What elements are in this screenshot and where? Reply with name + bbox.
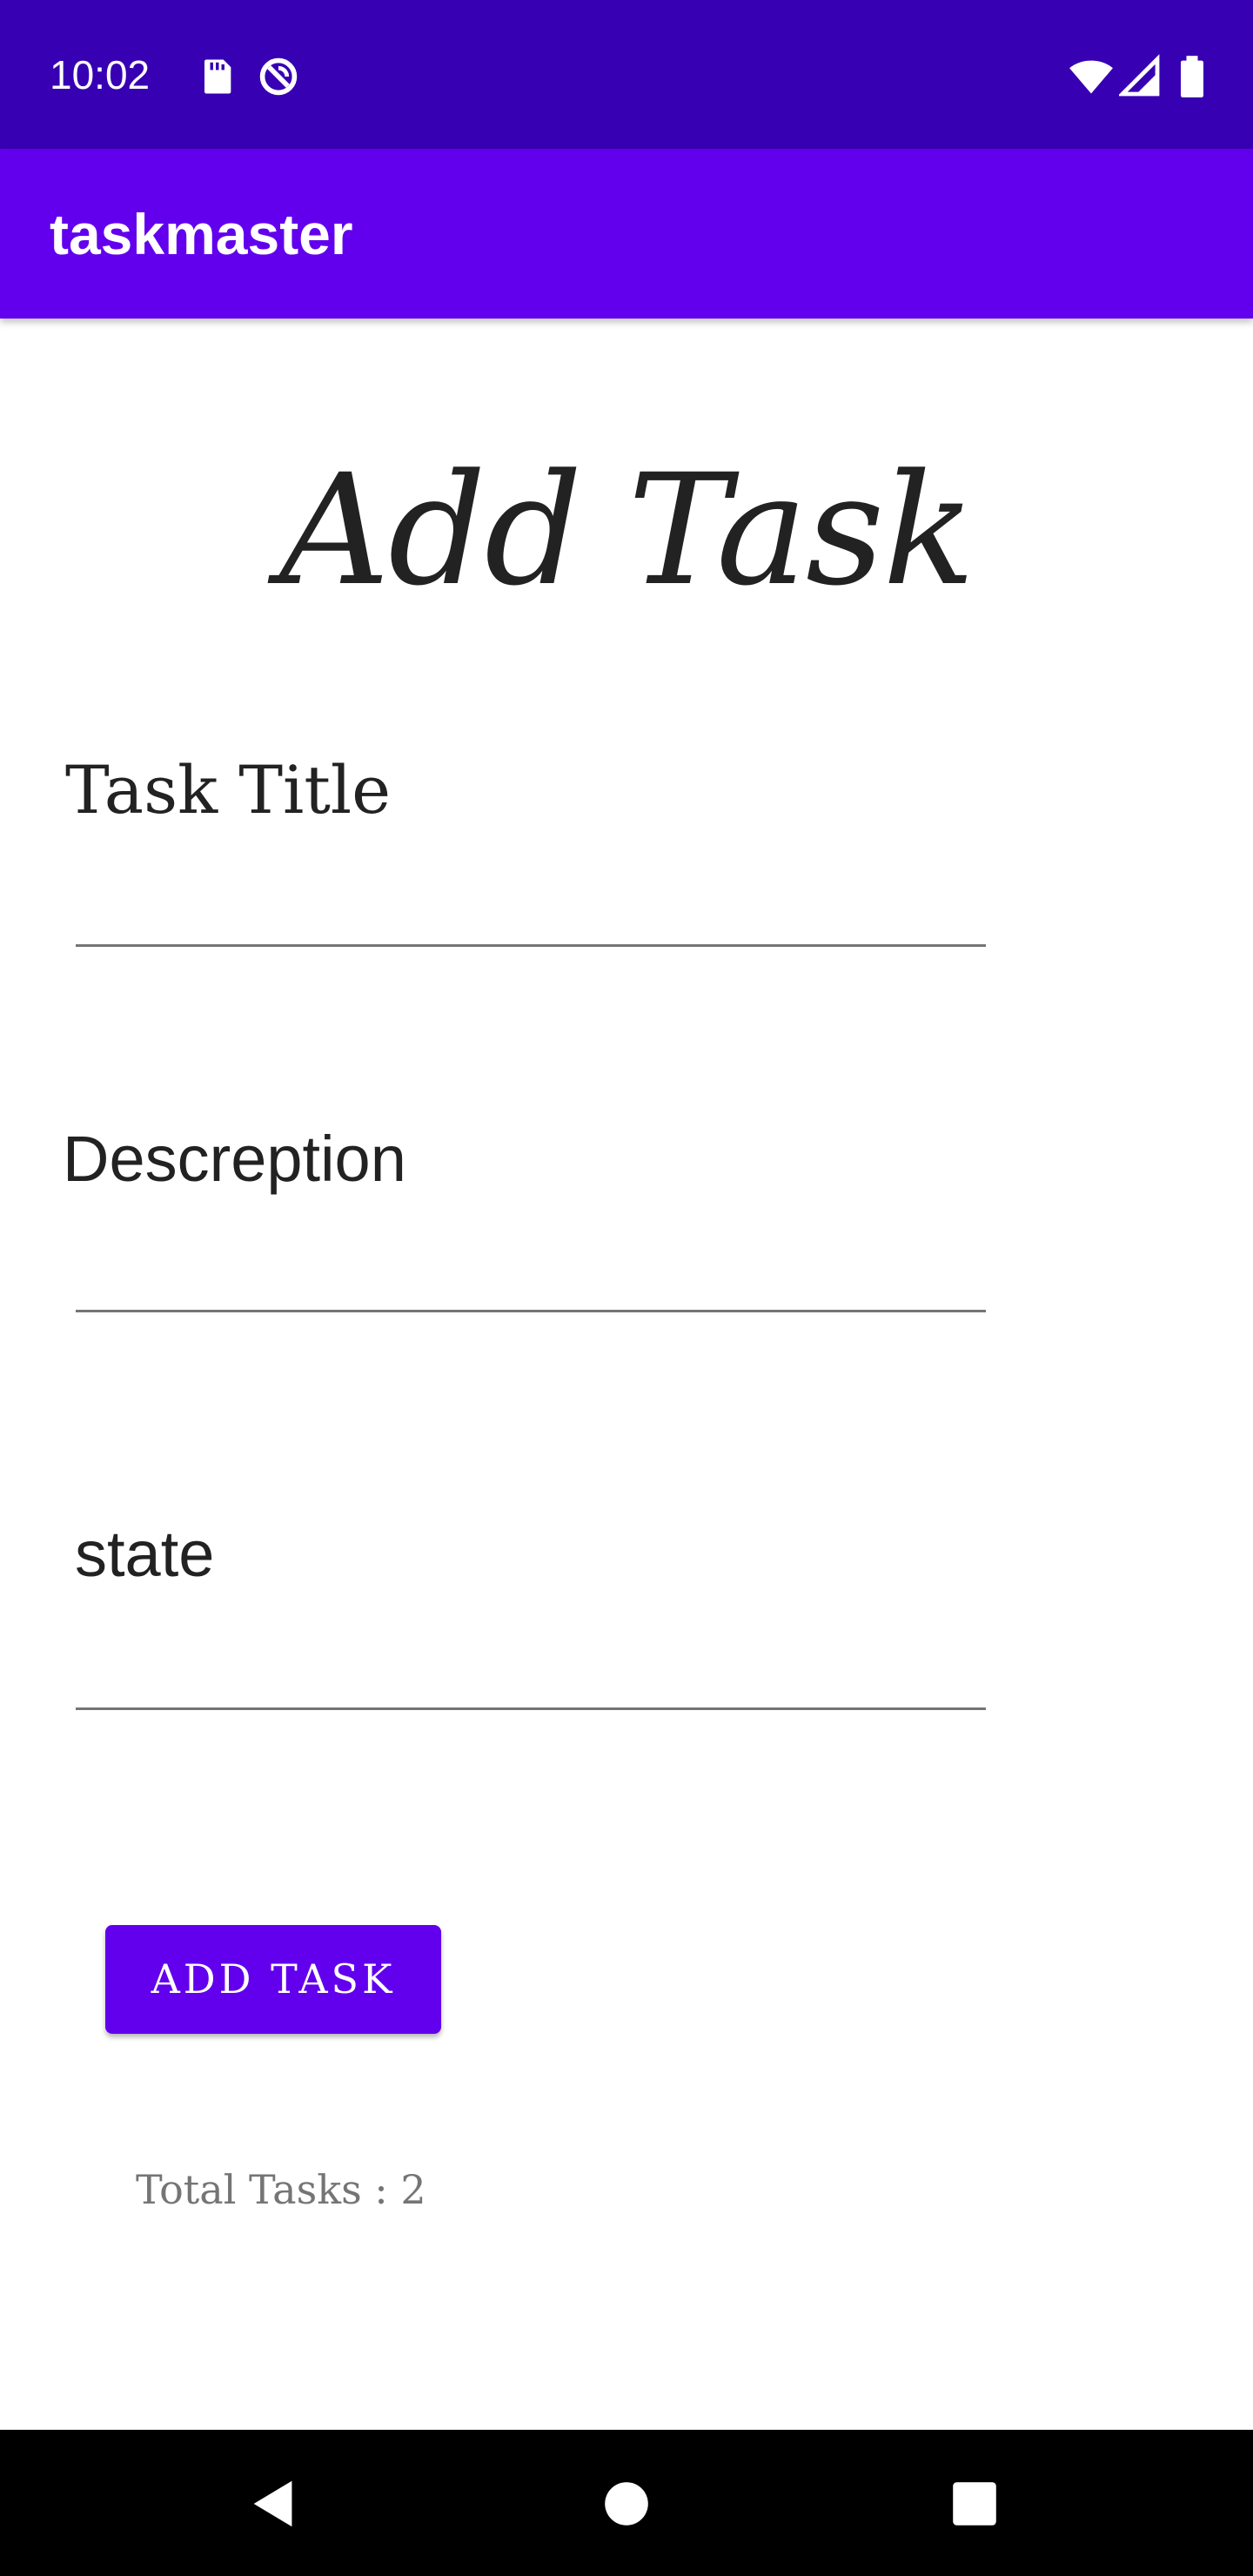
add-task-screen: 10:02 taskmaster Add Task Task Title Des…	[0, 0, 1253, 2576]
sd-card-icon	[193, 54, 238, 99]
battery-icon	[1175, 54, 1209, 99]
add-task-button[interactable]: ADD TASK	[105, 1925, 441, 2034]
status-bar: 10:02	[0, 0, 1253, 149]
data-saver-icon	[256, 54, 301, 99]
wifi-icon	[1067, 54, 1116, 99]
description-input[interactable]	[76, 1243, 986, 1312]
back-icon[interactable]	[244, 2473, 305, 2534]
status-time: 10:02	[50, 52, 151, 97]
app-title: taskmaster	[50, 202, 353, 266]
task-title-label: Task Title	[65, 751, 392, 828]
home-icon[interactable]	[596, 2473, 657, 2534]
state-label: state	[75, 1518, 215, 1590]
navigation-bar	[0, 2430, 1253, 2576]
total-tasks-text: Total Tasks : 2	[136, 2166, 426, 2213]
signal-icon	[1119, 54, 1161, 99]
page-heading: Add Task	[279, 441, 975, 620]
app-bar: taskmaster	[0, 149, 1253, 319]
recents-icon[interactable]	[944, 2473, 1005, 2534]
task-title-input[interactable]	[76, 877, 986, 947]
state-input[interactable]	[76, 1640, 986, 1710]
description-label: Descreption	[63, 1123, 406, 1195]
